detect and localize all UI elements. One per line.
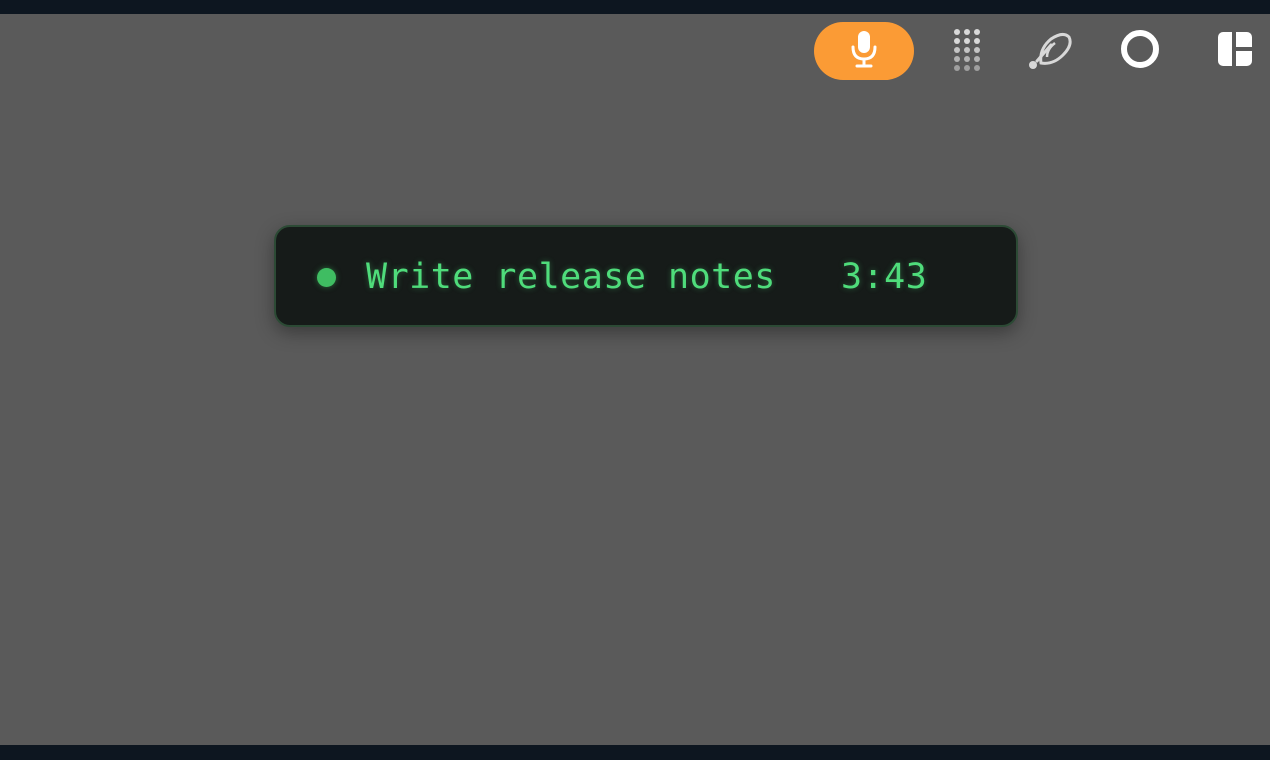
menu-bar-status-icons — [0, 21, 1270, 81]
layout-icon — [1215, 29, 1255, 73]
layout-button[interactable] — [1213, 29, 1257, 73]
desktop-screen: Write release notes 3:43 — [0, 0, 1270, 760]
bottom-edge-strip — [0, 745, 1270, 760]
timer-countdown: 3:43 — [841, 257, 928, 297]
task-name: Write release notes — [366, 257, 776, 297]
circle-icon — [1119, 28, 1161, 74]
dot-grid-icon — [949, 27, 985, 75]
microphone-icon — [849, 30, 879, 72]
focus-timer-widget[interactable]: Write release notes 3:43 — [274, 225, 1018, 327]
satellite-dish-icon — [1027, 27, 1073, 75]
satellite-button[interactable] — [1028, 29, 1072, 73]
top-edge-strip — [0, 0, 1270, 14]
dot-grid-button[interactable] — [945, 29, 989, 73]
circle-button[interactable] — [1118, 29, 1162, 73]
status-indicator-dot — [317, 268, 336, 287]
microphone-button[interactable] — [814, 22, 914, 80]
